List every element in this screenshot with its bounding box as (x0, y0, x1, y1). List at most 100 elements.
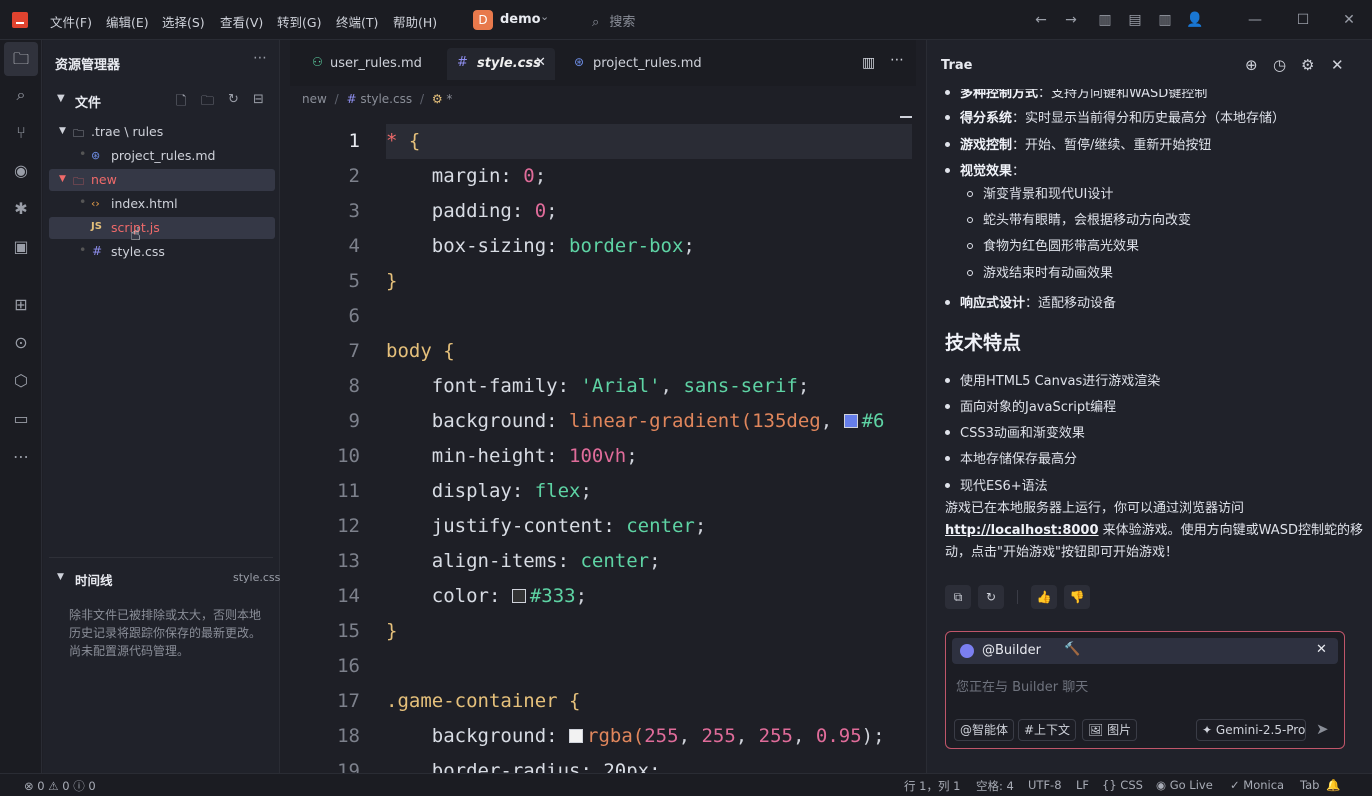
thumbs-up-icon[interactable]: 👍 (1031, 585, 1057, 609)
explorer-title: 资源管理器 (55, 58, 121, 73)
back-arrow-icon[interactable]: ← (1032, 11, 1050, 29)
color-swatch[interactable] (511, 589, 526, 603)
search-icon: ⌕ (592, 15, 600, 30)
close-panel-icon[interactable]: ✕ (1331, 56, 1344, 74)
timeline-header[interactable]: 时间线 (75, 570, 113, 589)
package-icon[interactable]: ⬡ (0, 364, 42, 398)
chevron-down-icon[interactable]: ▼ (57, 93, 65, 104)
tab-user-rules[interactable]: ⚇ user_rules.md (304, 48, 440, 80)
search-icon[interactable]: ⌕ (0, 78, 42, 112)
extensions-icon[interactable]: ⊞ (0, 288, 42, 322)
cursor-position[interactable]: 行 1，列 1 (904, 778, 960, 794)
line-number: 6 (348, 305, 360, 327)
line-number: 3 (348, 200, 360, 222)
more-actions-icon[interactable]: ⋯ (890, 52, 904, 68)
go-live-button[interactable]: ◉ Go Live (1156, 778, 1213, 792)
agent-button[interactable]: @智能体 (954, 719, 1015, 741)
notifications-icon[interactable]: 🔔 (1326, 778, 1340, 792)
tree-dot: • (79, 194, 87, 209)
tree-folder-new[interactable]: ▼ 🗀 new (49, 169, 275, 191)
close-tab-icon[interactable]: ✕ (535, 55, 546, 70)
menu-edit[interactable]: 编辑(E) (106, 12, 149, 31)
explorer-icon[interactable]: 🗀 (4, 42, 38, 76)
files-section-header[interactable]: 文件 (75, 92, 101, 111)
menu-help[interactable]: 帮助(H) (393, 12, 437, 31)
breadcrumb-symbol[interactable]: * (446, 92, 452, 106)
indentation[interactable]: 空格: 4 (976, 778, 1014, 794)
copilot-icon[interactable]: ⊙ (0, 326, 42, 360)
new-file-icon[interactable]: 🗋 (176, 92, 186, 114)
more-actions-icon[interactable]: ⋯ (253, 50, 267, 66)
more-icon[interactable]: ⋯ (0, 440, 42, 474)
run-debug-icon[interactable]: ◉ (0, 154, 42, 188)
chevron-down-icon[interactable]: ⌄ (540, 10, 549, 23)
model-selector[interactable]: ✦ Gemini-2.5-Pro (1196, 719, 1306, 741)
project-avatar[interactable]: D (473, 10, 493, 30)
timeline-message: 除非文件已被排除或太大，否则本地历史记录将跟踪你保存的最新更改。 尚未配置源代码… (69, 608, 262, 658)
menu-terminal[interactable]: 终端(T) (336, 12, 378, 31)
menu-select[interactable]: 选择(S) (162, 12, 205, 31)
history-icon[interactable]: ◷ (1273, 56, 1286, 74)
chat-heading: 技术特点 (945, 332, 1022, 354)
tree-file-project-rules[interactable]: • ⊛ project_rules.md (49, 145, 275, 167)
command-search[interactable]: ⌕ 搜索 (592, 11, 635, 30)
remove-chip-icon[interactable]: ✕ (1316, 642, 1327, 657)
account-icon[interactable]: 👤 (1186, 11, 1204, 29)
color-swatch[interactable] (843, 414, 858, 428)
builder-chip[interactable]: @Builder 🔨 ✕ (952, 638, 1338, 664)
image-label: 图片 (1107, 723, 1132, 737)
forward-arrow-icon[interactable]: → (1062, 11, 1080, 29)
line-number: 9 (348, 410, 360, 432)
activity-bar: 🗀 ⌕ ⑂ ◉ ✱ ▣ ⊞ ⊙ ⬡ ▭ ⋯ (0, 40, 42, 773)
tree-file-style-css[interactable]: • # style.css (49, 241, 275, 263)
chevron-down-icon[interactable]: ▼ (57, 572, 64, 582)
tree-file-index-html[interactable]: • ‹› index.html (49, 193, 275, 215)
image-button[interactable]: 🖼 图片 (1082, 719, 1138, 741)
new-chat-icon[interactable]: ⊕ (1245, 56, 1258, 74)
copy-icon[interactable]: ⧉ (945, 585, 971, 609)
encoding[interactable]: UTF-8 (1028, 778, 1062, 792)
chat-input-placeholder[interactable]: 您正在与 Builder 聊天 (956, 676, 1088, 695)
close-window-icon[interactable]: ✕ (1340, 11, 1358, 29)
localhost-link[interactable]: http://localhost:8000 (945, 523, 1099, 538)
settings-gear-icon[interactable]: ⚙ (1301, 56, 1314, 74)
tab-project-rules[interactable]: ⊛ project_rules.md (566, 48, 706, 80)
menu-goto[interactable]: 转到(G) (277, 12, 321, 31)
tree-file-script-js[interactable]: JS script.js (49, 217, 275, 239)
regenerate-icon[interactable]: ↻ (978, 585, 1004, 609)
chat-composer[interactable]: @Builder 🔨 ✕ 您正在与 Builder 聊天 @智能体 #上下文 🖼… (945, 631, 1345, 749)
tree-folder-trae-rules[interactable]: ▼ 🗀 .trae \ rules (49, 121, 275, 143)
language-mode[interactable]: {} CSS (1102, 778, 1143, 792)
split-editor-icon[interactable]: ▥ (862, 55, 875, 71)
menu-file[interactable]: 文件(F) (50, 12, 92, 31)
monica-button[interactable]: ✓ Monica (1230, 778, 1284, 792)
refresh-icon[interactable]: ↻ (228, 92, 239, 107)
remote-explorer-icon[interactable]: ▣ (0, 230, 42, 264)
menu-view[interactable]: 查看(V) (220, 12, 263, 31)
send-icon[interactable]: ➤ (1316, 720, 1329, 738)
thumbs-down-icon[interactable]: 👎 (1064, 585, 1090, 609)
folder-icon: 🗀 (73, 175, 84, 188)
bug-icon[interactable]: ✱ (0, 192, 42, 226)
context-button[interactable]: #上下文 (1018, 719, 1077, 741)
collapse-all-icon[interactable]: ⊟ (253, 92, 264, 107)
tab-indicator[interactable]: Tab (1300, 778, 1319, 792)
maximize-icon[interactable]: ☐ (1294, 11, 1312, 29)
new-folder-icon[interactable]: 🗀 (201, 92, 214, 114)
tab-style-css[interactable]: # style.css ✕ (447, 48, 555, 80)
code-editor[interactable]: 1 2 3 4 5 6 7 8 9 10 11 12 13 14 15 16 1… (290, 124, 916, 773)
toggle-right-panel-icon[interactable]: ▥ (1156, 11, 1174, 29)
pin-icon[interactable]: 🔨 (1064, 642, 1080, 657)
minimize-icon[interactable]: — (1246, 11, 1264, 29)
color-swatch[interactable] (569, 729, 584, 743)
chat-list-item: 现代ES6+语法 (945, 475, 1048, 494)
toggle-left-panel-icon[interactable]: ▥ (1096, 11, 1114, 29)
line-ending[interactable]: LF (1076, 778, 1089, 792)
breadcrumb-file[interactable]: style.css (360, 92, 412, 106)
source-control-icon[interactable]: ⑂ (0, 116, 42, 150)
problems-indicator[interactable]: ⊗ 0 ⚠ 0 ⓘ 0 (24, 778, 96, 794)
toggle-bottom-panel-icon[interactable]: ▤ (1126, 11, 1144, 29)
remote-monitor-icon[interactable]: ▭ (0, 402, 42, 436)
breadcrumb-folder[interactable]: new (302, 92, 327, 106)
project-name[interactable]: demo (500, 12, 541, 27)
